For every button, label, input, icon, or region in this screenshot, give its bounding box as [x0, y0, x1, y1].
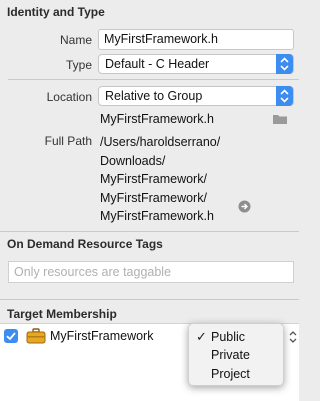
location-file-name: MyFirstFramework.h: [100, 112, 214, 126]
section-divider: [0, 231, 299, 232]
name-field[interactable]: MyFirstFramework.h: [98, 29, 294, 50]
section-divider: [0, 299, 299, 300]
type-popup[interactable]: Default - C Header: [98, 54, 294, 74]
chevron-up-down-icon: [280, 57, 289, 71]
identity-divider: [8, 79, 299, 80]
framework-toolbox-icon: [26, 328, 46, 344]
location-label: Location: [46, 90, 92, 104]
location-popup-value: Relative to Group: [105, 89, 203, 103]
identity-section-title: Identity and Type: [7, 5, 105, 19]
chevron-up-down-icon: [280, 89, 289, 103]
target-checkbox[interactable]: [4, 329, 18, 343]
folder-icon[interactable]: [272, 113, 288, 125]
tags-section-title: On Demand Resource Tags: [7, 237, 163, 251]
type-label: Type: [65, 58, 92, 72]
menu-item-private[interactable]: Private: [211, 348, 250, 362]
reveal-in-finder-arrow-icon[interactable]: [238, 200, 251, 213]
membership-section-title: Target Membership: [7, 307, 117, 321]
header-visibility-menu: ✓ Public Private Project: [188, 323, 284, 386]
location-popup[interactable]: Relative to Group: [98, 86, 294, 106]
location-popup-stepper[interactable]: [276, 86, 293, 106]
fullpath-line: Downloads/: [100, 153, 166, 168]
type-popup-stepper[interactable]: [276, 54, 293, 74]
type-popup-value: Default - C Header: [105, 57, 210, 71]
checkmark-icon: [6, 332, 16, 341]
fullpath-line: MyFirstFramework/: [100, 172, 207, 186]
fullpath-line: MyFirstFramework.h: [100, 209, 214, 223]
fullpath-value: /Users/haroldserrano/ Downloads/ MyFirst…: [100, 133, 220, 226]
menu-item-public[interactable]: Public: [211, 330, 245, 344]
fullpath-line: MyFirstFramework/: [100, 190, 207, 205]
name-label: Name: [59, 33, 92, 47]
target-name: MyFirstFramework: [50, 329, 154, 343]
tags-field[interactable]: Only resources are taggable: [8, 261, 294, 283]
fullpath-line: /Users/haroldserrano/: [100, 135, 221, 149]
menu-item-project[interactable]: Project: [211, 367, 250, 381]
selected-checkmark-icon: ✓: [196, 329, 207, 344]
fullpath-label: Full Path: [44, 134, 92, 148]
chevron-up-down-icon[interactable]: [288, 329, 298, 345]
